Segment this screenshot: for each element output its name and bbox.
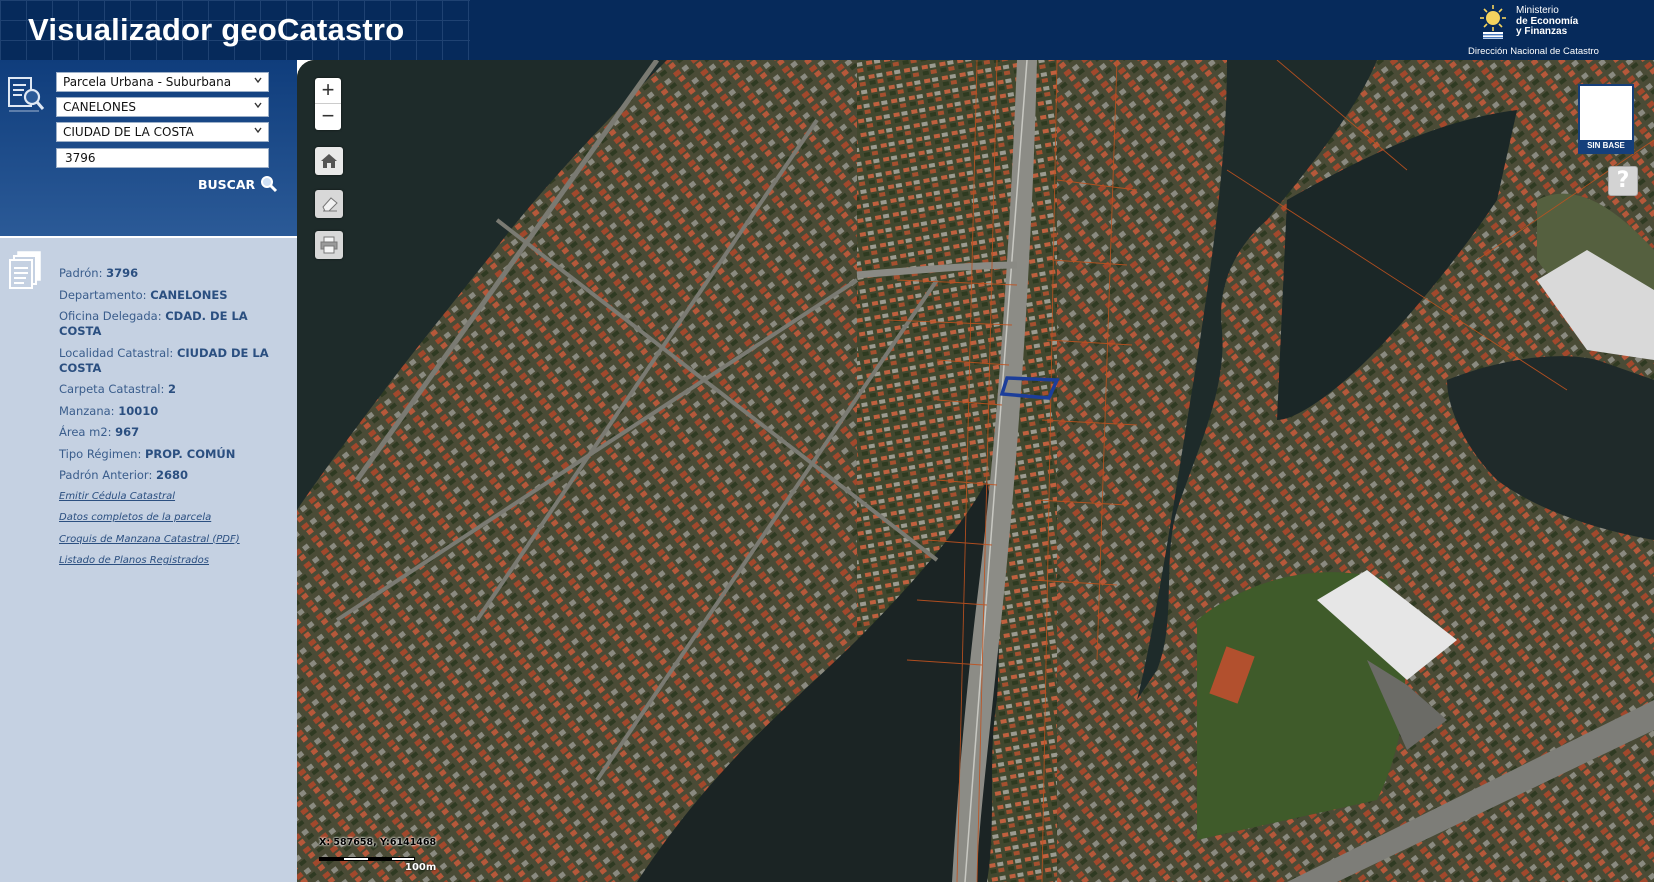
home-button[interactable] [315,147,343,175]
departamento-value: CANELONES [63,100,137,114]
info-value: 10010 [118,403,159,418]
zoom-control: + − [315,78,341,130]
ministry-line3: y Finanzas [1516,26,1568,37]
buscar-button[interactable]: BUSCAR [198,174,278,194]
info-label: Tipo Régimen: [59,446,142,461]
info-label: Localidad Catastral: [59,345,174,360]
parcel-info-list: Padrón: 3796 Departamento: CANELONES Ofi… [59,266,287,576]
scale-label: 100m [405,862,437,873]
info-label: Manzana: [59,403,115,418]
info-label: Área m2: [59,425,112,439]
info-label: Oficina Delegada: [59,309,162,323]
buscar-label: BUSCAR [198,176,256,192]
datos-completos-link[interactable]: Datos completos de la parcela [59,511,287,524]
info-carpeta: Carpeta Catastral: 2 [59,382,287,397]
parcel-type-select[interactable]: Parcela Urbana - Suburbana [56,72,269,92]
satellite-map[interactable] [297,60,1654,882]
info-label: Padrón Anterior: [59,468,153,482]
chevron-down-icon [254,77,262,84]
localidad-value: CIUDAD DE LA COSTA [63,125,194,139]
info-label: Padrón: [59,266,103,280]
scale-bar: 100m [319,853,439,873]
parcel-type-value: Parcela Urbana - Suburbana [63,75,232,89]
eraser-button[interactable] [315,190,343,218]
info-regimen: Tipo Régimen: PROP. COMÚN [59,447,287,462]
eraser-icon [322,197,338,212]
emitir-cedula-link[interactable]: Emitir Cédula Catastral [59,490,287,503]
magnifier-icon [261,176,278,193]
info-oficina: Oficina Delegada: CDAD. DE LA COSTA [59,309,287,339]
search-panel: Parcela Urbana - Suburbana CANELONES CIU… [0,60,297,236]
info-padron: Padrón: 3796 [59,266,287,281]
padron-input[interactable]: 3796 [56,148,269,168]
info-value: CANELONES [150,287,228,302]
document-search-icon [8,77,45,112]
info-manzana: Manzana: 10010 [59,404,287,419]
print-button[interactable] [315,231,343,259]
info-value: 2 [168,382,177,396]
department-name: Dirección Nacional de Catastro [1468,46,1599,57]
info-value: 967 [115,425,140,439]
info-padron-anterior: Padrón Anterior: 2680 [59,468,287,483]
info-area: Área m2: 967 [59,425,287,440]
croquis-manzana-link[interactable]: Croquis de Manzana Catastral (PDF) [59,533,287,546]
info-value: 2680 [155,468,188,482]
departamento-select[interactable]: CANELONES [56,97,269,117]
documents-icon [9,251,41,289]
ministry-line1: Ministerio [1516,5,1559,16]
info-localidad: Localidad Catastral: CIUDAD DE LA COSTA [59,346,287,376]
ministry-logo: Ministerio de Economía y Finanzas Direcc… [1454,0,1654,60]
info-value: 3796 [106,266,139,280]
localidad-select[interactable]: CIUDAD DE LA COSTA [56,122,269,142]
chevron-down-icon [254,102,262,109]
info-label: Carpeta Catastral: [59,382,165,396]
home-icon [321,154,337,168]
zoom-in-button[interactable]: + [315,78,341,104]
zoom-out-button[interactable]: − [315,104,341,130]
sun-seal-icon [1480,5,1506,39]
parcel-info-panel: Padrón: 3796 Departamento: CANELONES Ofi… [0,238,297,882]
info-value: PROP. COMÚN [145,446,236,461]
coordinates-readout: X: 587658, Y:6141468 [319,837,437,848]
app-header: Visualizador geoCatastro Ministerio de E… [0,0,1654,60]
info-departamento: Departamento: CANELONES [59,288,287,303]
basemap-label: SIN BASE [1580,140,1632,152]
basemap-toggle[interactable]: SIN BASE [1578,84,1634,154]
help-button[interactable]: ? [1608,166,1638,196]
listado-planos-link[interactable]: Listado de Planos Registrados [59,554,287,567]
printer-icon [320,236,338,254]
chevron-down-icon [254,127,262,134]
map-view[interactable]: + − SIN BASE ? X: 587658, Y:6141468 100m [297,60,1654,882]
app-title: Visualizador geoCatastro [28,12,405,47]
scale-bar-graphic [319,857,415,861]
info-label: Departamento: [59,287,147,302]
